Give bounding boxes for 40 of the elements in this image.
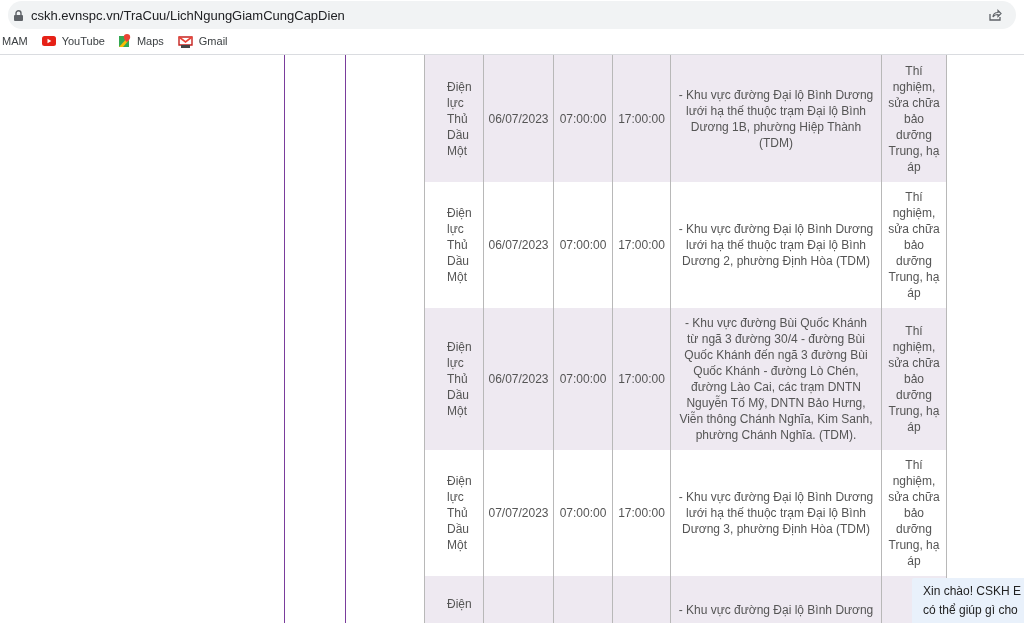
unit-name: Điện lực Thủ Dầu Một — [447, 339, 473, 419]
time-text: 07:00:00 — [558, 110, 608, 127]
reason-text: Thí nghiệm, sửa chữa bảo dưỡng Trung, hạ áp — [888, 62, 940, 175]
bookmark-link[interactable]: Maps — [118, 34, 164, 48]
area-description: - Khu vực đường Đại lộ Bình Dương lưới hạ thế thuộc trạm Đại lộ Bình Dương 3, phường Định Hòa (TDM) — [678, 489, 874, 537]
reason-text: Thí nghiệm, sửa chữa bảo dưỡng Trung, hạ áp — [888, 457, 940, 569]
reason-text: Thí nghiệm, sửa chữa bảo dưỡng Trung, hạ áp — [888, 323, 940, 435]
reason-text: Thí nghiệm, sửa chữa bảo dưỡng Trung, hạ áp — [888, 189, 940, 301]
date-text: 06/07/2023 — [488, 237, 549, 253]
map-pin-icon — [118, 34, 131, 48]
unit-name: Điện lực Thủ Dầu Một — [447, 473, 473, 553]
date-text: 06/07/2023 — [488, 371, 549, 387]
envelope-icon — [177, 34, 193, 48]
time-text: 07:00:00 — [558, 371, 608, 387]
chat-popup[interactable]: Xin chào! CSKH E có thể giúp gì cho — [912, 578, 1024, 623]
time-text: 17:00:00 — [617, 505, 666, 521]
share-icon[interactable] — [989, 9, 1002, 21]
date-text: 07/07/2023 — [488, 505, 549, 521]
unit-name: Điện — [447, 596, 473, 612]
bookmark-link[interactable]: YouTube — [41, 35, 105, 47]
address-bar[interactable]: cskh.evnspc.vn/TraCuu/LichNgungGiamCungCapDien — [8, 1, 1016, 29]
chat-message: có thể giúp gì cho — [923, 602, 1019, 619]
area-description: - Khu vực đường Bùi Quốc Khánh từ ngã 3 đường 30/4 - đường Bùi Quốc Khánh đến ngã 3 đường Bùi Quốc Khánh - đường Lò Chén, đường Lào Cai, các trạm DNTN Nguyễn Tố Mỹ, DNTN Bảo Hưng, Viễn thông Chánh Nghĩa, Kim Sanh, phường Chánh Nghĩa. (TDM). — [678, 315, 874, 443]
chat-message: Xin chào! CSKH E — [923, 583, 1023, 600]
time-text: 17:00:00 — [617, 371, 666, 387]
time-text: 17:00:00 — [617, 237, 666, 253]
bookmark-link[interactable]: MAM — [2, 35, 28, 47]
area-description: - Khu vực đường Đại lộ Bình Dương lưới hạ thế thuộc trạm Đại lộ Bình Dương 2, phường Định Hòa (TDM) — [678, 221, 874, 269]
time-text: 07:00:00 — [558, 237, 608, 253]
lock-icon — [14, 9, 23, 21]
area-description: - Khu vực đường Đại lộ Bình Dương — [678, 602, 874, 618]
url-text: cskh.evnspc.vn/TraCuu/LichNgungGiamCungCapDien — [31, 7, 345, 23]
time-text: 07:00:00 — [558, 505, 608, 521]
time-text: 17:00:00 — [617, 110, 666, 127]
video-play-icon — [41, 36, 56, 46]
bookmark-link[interactable]: Gmail — [177, 34, 228, 48]
date-text: 06/07/2023 — [488, 110, 549, 127]
unit-name: Điện lực Thủ Dầu Một — [447, 78, 473, 159]
unit-name: Điện lực Thủ Dầu Một — [447, 205, 473, 285]
area-description: - Khu vực đường Đại lộ Bình Dương lưới hạ thế thuộc trạm Đại lộ Bình Dương 1B, phường Hiệp Thành (TDM) — [678, 86, 874, 151]
